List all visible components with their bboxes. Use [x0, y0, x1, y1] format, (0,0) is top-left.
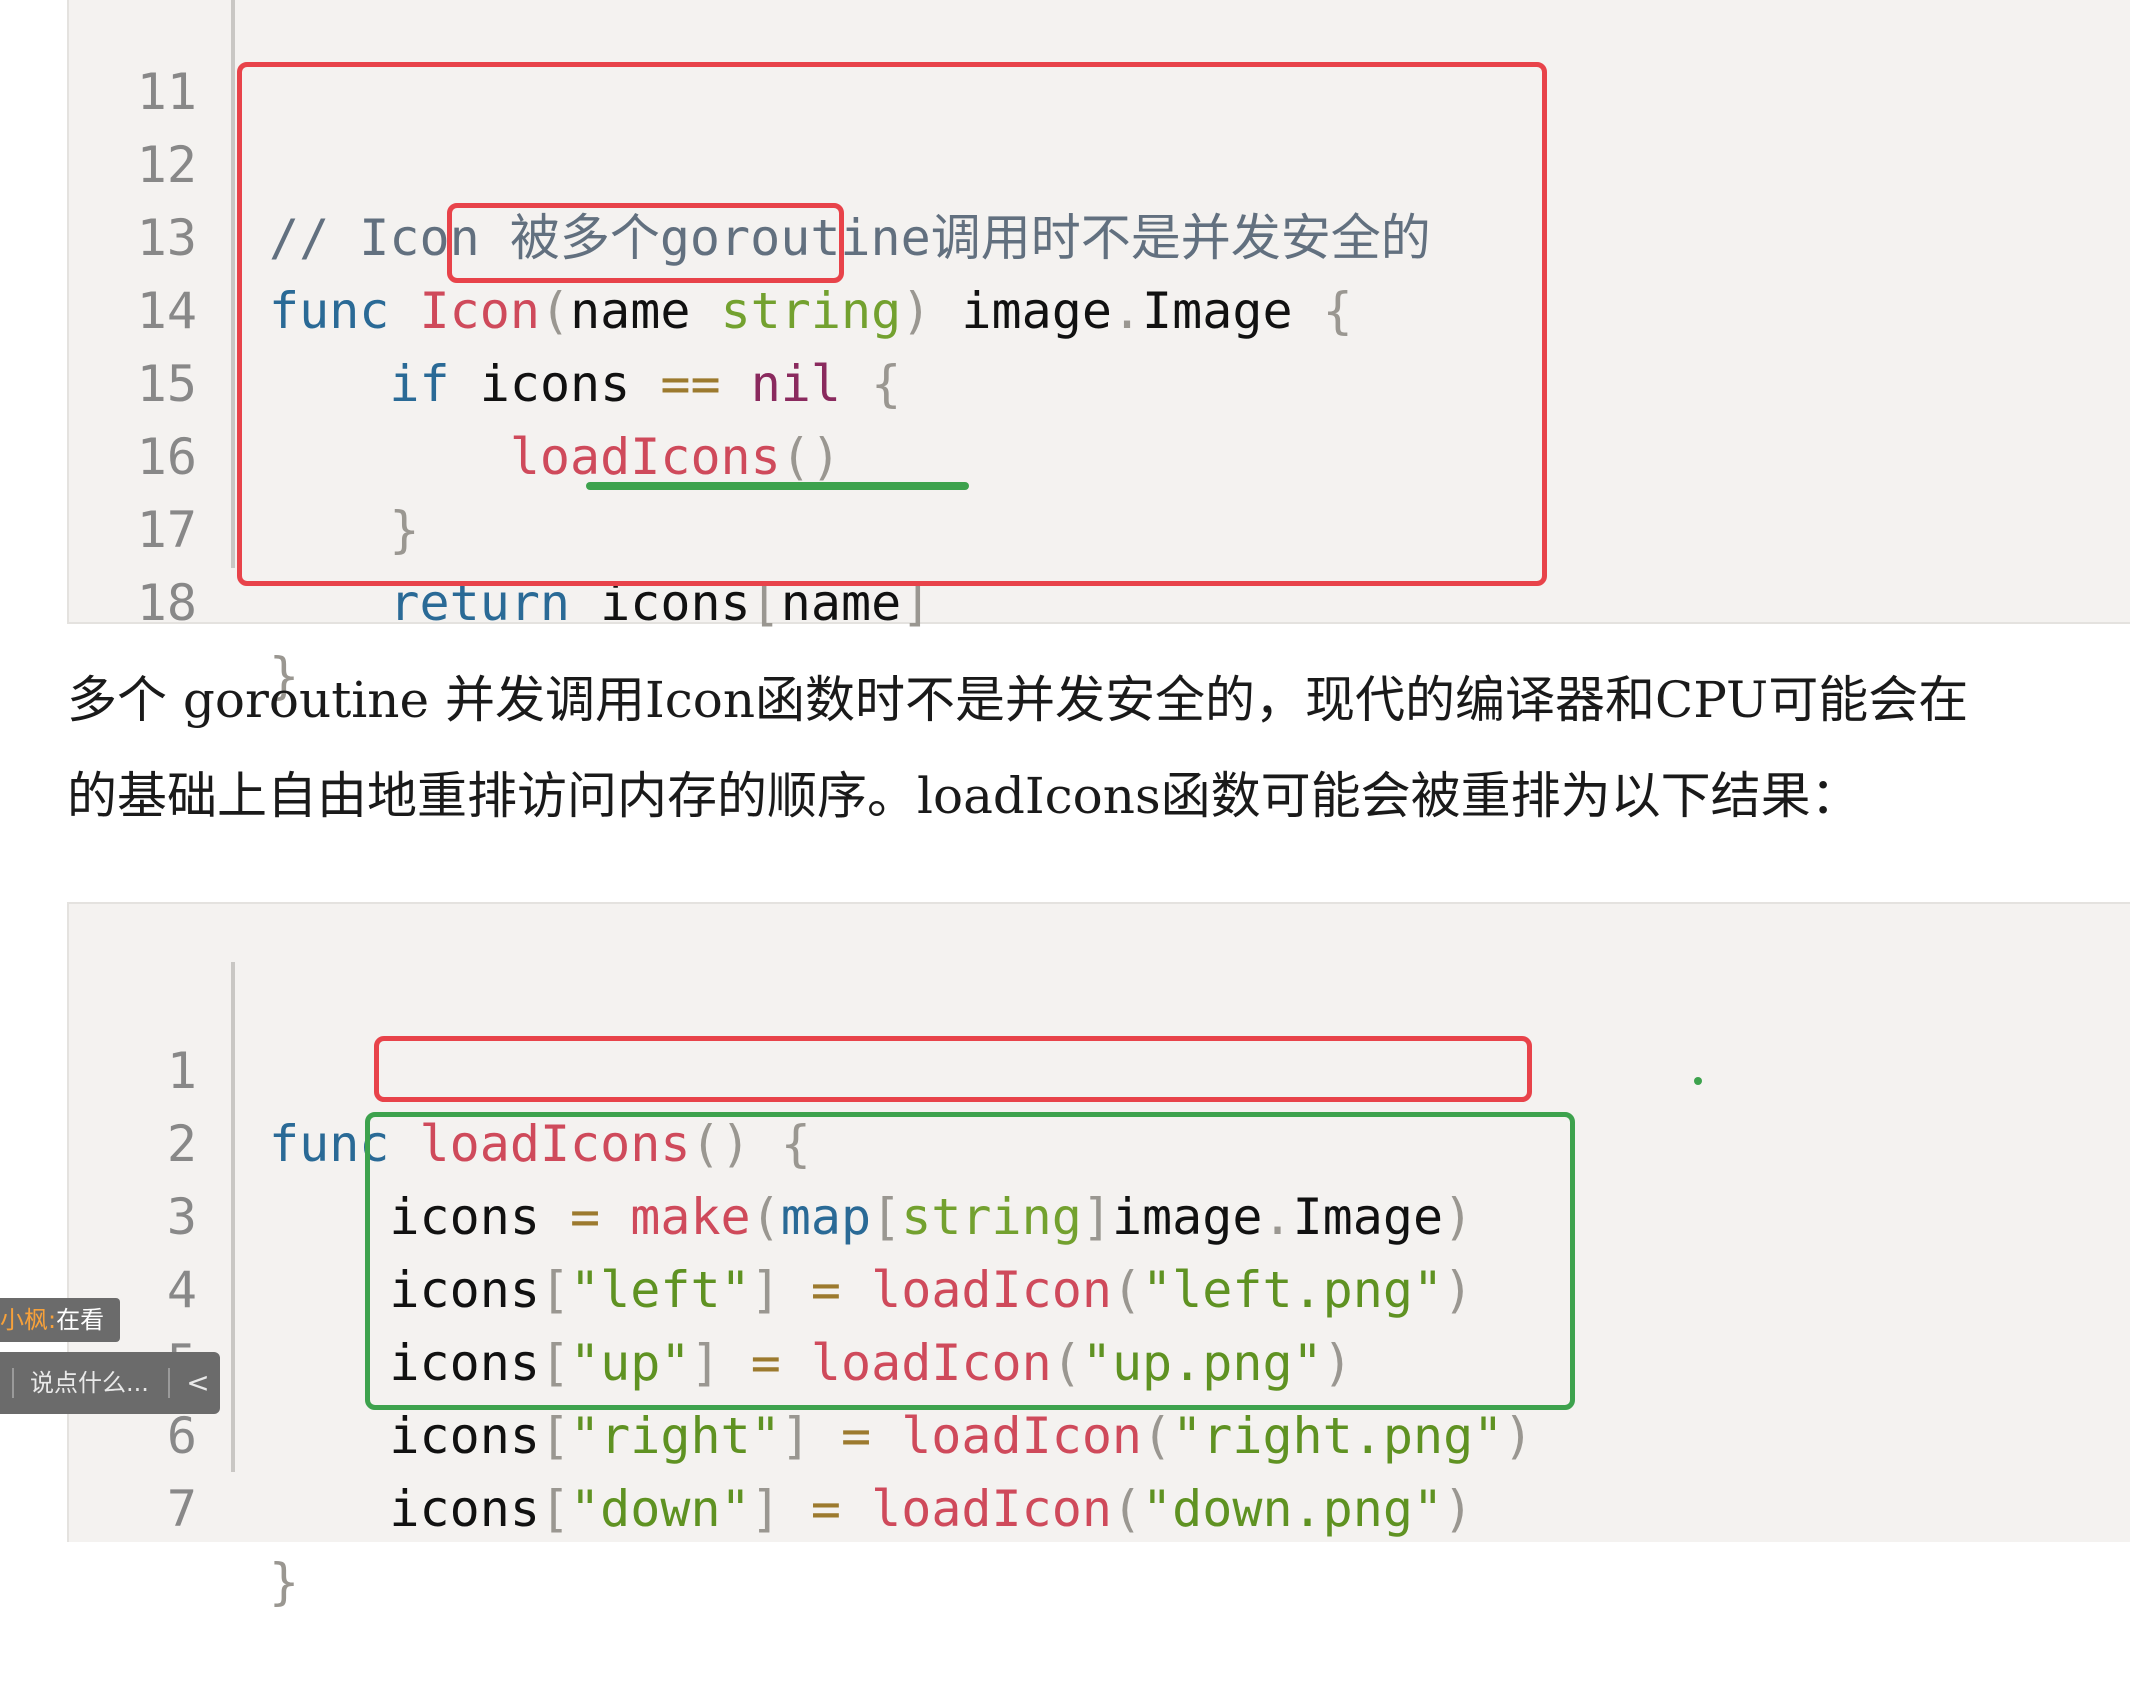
code-line: 1 func loadIcons() { [69, 962, 2130, 1173]
comment-input[interactable]: 说点什么... [30, 1352, 149, 1414]
code-block-loadicons-func: 1 func loadIcons() { 2 icons = make(map[… [67, 902, 2130, 1611]
paragraph-line: 多个 goroutine 并发调用Icon函数时不是并发安全的，现代的编译器和C… [67, 671, 1969, 729]
chevron-left-icon[interactable]: < [178, 1352, 218, 1414]
stray-dot [1694, 1077, 1702, 1085]
divider [12, 1368, 14, 1398]
code-line: 7 } [69, 1400, 2130, 1611]
highlight-box-icon-assignments [365, 1112, 1575, 1410]
code-block-icon-func: 11 12 // Icon 被多个goroutine调用时不是并发安全的 13 … [67, 0, 2130, 705]
highlight-box-icon-function [237, 62, 1547, 586]
code-text: } [269, 1553, 300, 1611]
highlight-box-make-map [374, 1036, 1532, 1102]
paragraph-line: 的基础上自由地重排访问内存的顺序。loadIcons函数可能会被重排为以下结果： [67, 767, 1861, 825]
comment-input-bar[interactable]: 说点什么... < [0, 1352, 220, 1414]
highlight-box-nil-check [447, 203, 844, 283]
line-number: 7 [166, 1480, 197, 1538]
viewer-status-badge: 小枫:在看 [0, 1298, 120, 1342]
viewer-status-text: 在看 [56, 1306, 105, 1334]
code-line: 11 [69, 0, 2130, 121]
code-text: icons["down"] = loadIcon("down.png") [269, 1480, 1474, 1538]
underline-return-icons [586, 482, 969, 490]
line-number: 18 [136, 574, 197, 632]
viewer-name: 小枫: [0, 1306, 57, 1334]
divider [168, 1368, 170, 1398]
